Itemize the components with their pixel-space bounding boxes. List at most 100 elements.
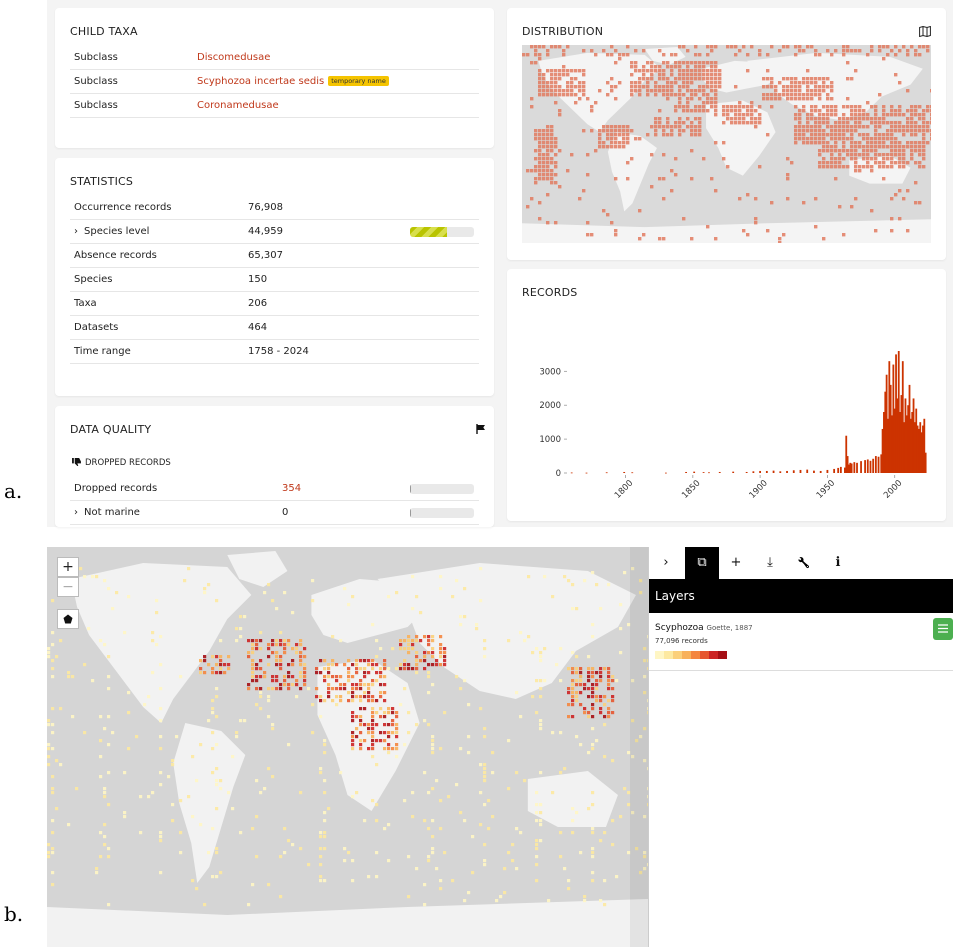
info-icon: ℹ xyxy=(835,555,841,570)
record-bar xyxy=(864,460,866,473)
quality-row[interactable]: › Not marine 0 xyxy=(70,501,479,525)
record-bar xyxy=(839,466,842,473)
record-bar xyxy=(850,463,853,473)
layer-name: Scyphozoa xyxy=(655,623,704,633)
tab-info[interactable]: ℹ xyxy=(821,547,855,579)
statistics-card: STATISTICS Occurrence records 76,908 › Spec… xyxy=(55,158,494,396)
record-bar xyxy=(752,471,755,473)
legend-swatch xyxy=(691,651,700,659)
hamburger-icon xyxy=(938,624,948,633)
record-bar xyxy=(693,471,696,473)
statistics-value: 76,908 xyxy=(248,202,283,213)
quality-label: Dropped records xyxy=(74,477,157,501)
legend-swatch xyxy=(709,651,718,659)
quality-label: › Not marine xyxy=(74,501,140,525)
record-bar xyxy=(837,467,840,473)
plus-icon: + xyxy=(730,555,742,570)
distribution-map[interactable] xyxy=(522,45,931,243)
statistics-row: Absence records 65,307 xyxy=(70,244,479,268)
tab-collapse[interactable]: › xyxy=(649,547,683,579)
layer-records: 77,096 records xyxy=(655,637,708,645)
layer-title: Scyphozoa Goette, 1887 xyxy=(655,623,753,633)
legend-swatch xyxy=(655,651,664,659)
statistics-label-text: Absence records xyxy=(74,250,157,261)
polygon-draw-button[interactable] xyxy=(57,609,79,629)
x-tick-label: 1850 xyxy=(680,478,702,500)
child-taxa-card: CHILD TAXA Subclass Discomedusae Subclass S… xyxy=(55,8,494,148)
legend-swatch xyxy=(682,651,691,659)
record-bar xyxy=(877,456,880,473)
taxon-name: Discomedusae xyxy=(197,52,271,63)
flag-icon[interactable] xyxy=(476,424,486,434)
record-bar xyxy=(833,468,836,473)
y-tick-label: 2000 xyxy=(539,401,561,411)
legend-swatch xyxy=(664,651,673,659)
taxon-link[interactable]: Discomedusae xyxy=(197,46,270,70)
record-bar xyxy=(826,469,829,473)
y-tick-label: 1000 xyxy=(539,435,561,445)
wrench-icon: 🔧 xyxy=(797,558,811,569)
occurrence-map-svg xyxy=(47,547,648,947)
layer-menu-button[interactable] xyxy=(933,618,953,640)
chevron-right-icon: › xyxy=(663,555,669,570)
statistics-value: 150 xyxy=(248,274,268,285)
figure-label-b: b. xyxy=(4,902,24,926)
record-bar xyxy=(765,470,768,473)
thumbs-down-icon xyxy=(72,458,81,466)
statistics-label: Datasets xyxy=(74,316,118,340)
taxon-link[interactable]: Scyphozoa incertae sedis temporary name xyxy=(197,70,389,94)
record-bar xyxy=(874,456,877,473)
record-bar xyxy=(702,472,705,473)
distribution-map-svg xyxy=(522,45,931,243)
layers-header: Layers xyxy=(649,579,953,613)
occurrence-map[interactable]: + − xyxy=(47,547,648,947)
pentagon-icon xyxy=(63,614,73,624)
chevron-right-icon[interactable]: › xyxy=(74,226,78,237)
x-tick-label: 1800 xyxy=(613,478,635,500)
layer-authority: Goette, 1887 xyxy=(706,624,753,632)
chevron-right-icon[interactable]: › xyxy=(74,507,78,518)
quality-progress xyxy=(410,484,474,494)
y-tick-label: 0 xyxy=(556,469,561,479)
statistics-value: 464 xyxy=(248,322,268,333)
dropped-records-label: DROPPED RECORDS xyxy=(85,458,171,468)
record-bar xyxy=(732,471,735,473)
data-quality-title: DATA QUALITY xyxy=(70,423,152,436)
quality-value[interactable]: 354 xyxy=(282,477,301,501)
record-bar xyxy=(570,472,573,474)
record-bar xyxy=(856,462,858,473)
statistics-row[interactable]: › Species level 44,959 xyxy=(70,220,479,244)
record-bar xyxy=(924,452,927,473)
record-bar xyxy=(623,471,626,473)
panel-a: CHILD TAXA Subclass Discomedusae Subclass S… xyxy=(47,0,953,527)
quality-row: Dropped records 354 xyxy=(70,477,479,501)
statistics-label: Occurrence records xyxy=(74,196,172,220)
taxon-rank: Subclass xyxy=(74,76,118,87)
statistics-title: STATISTICS xyxy=(70,175,134,188)
record-bar xyxy=(779,471,782,473)
statistics-row: Taxa 206 xyxy=(70,292,479,316)
x-tick-label: 1950 xyxy=(815,478,837,500)
tab-download[interactable]: ⤓ xyxy=(753,547,787,579)
record-bar xyxy=(745,471,748,473)
figure-label-a: a. xyxy=(4,479,23,503)
legend-swatch xyxy=(718,651,727,659)
zoom-out-button[interactable]: − xyxy=(57,577,79,597)
record-bar xyxy=(708,472,710,474)
taxon-link[interactable]: Coronamedusae xyxy=(197,94,279,118)
data-quality-card: DATA QUALITY DROPPED RECORDS Dropped rec… xyxy=(55,406,494,527)
statistics-label: Time range xyxy=(74,340,131,364)
map-icon[interactable] xyxy=(919,26,931,37)
taxon-name: Coronamedusae xyxy=(197,100,279,111)
tab-add[interactable]: + xyxy=(719,547,753,579)
record-bar xyxy=(860,461,862,473)
taxon-name: Scyphozoa incertae sedis xyxy=(197,76,325,87)
tab-layers[interactable]: ⧉ xyxy=(685,547,719,579)
child-taxon-row: Subclass Scyphozoa incertae sedis temporar… xyxy=(70,70,479,94)
layer-entry[interactable]: Scyphozoa Goette, 1887 77,096 records xyxy=(649,613,953,671)
tab-tools[interactable]: 🔧 xyxy=(787,547,821,579)
y-tick-label: 3000 xyxy=(539,367,561,377)
taxon-rank: Subclass xyxy=(74,100,118,111)
zoom-in-button[interactable]: + xyxy=(57,557,79,577)
record-bar xyxy=(819,470,822,473)
